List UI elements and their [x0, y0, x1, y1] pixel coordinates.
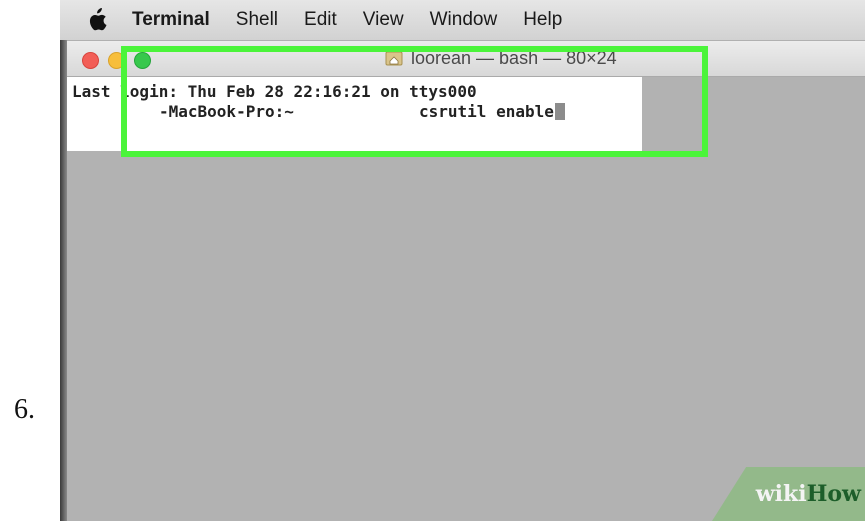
- home-folder-icon: [385, 51, 403, 66]
- menu-bar: Terminal Shell Edit View Window Help: [60, 0, 865, 41]
- step-number: 6.: [14, 394, 35, 425]
- terminal-title-bar[interactable]: loorean — bash — 80×24: [67, 41, 865, 77]
- shell-prompt: -MacBook-Pro:~: [159, 102, 294, 121]
- menu-help[interactable]: Help: [523, 9, 562, 31]
- menu-shell[interactable]: Shell: [236, 9, 278, 31]
- zoom-window-button[interactable]: [134, 52, 151, 69]
- terminal-screenshot: Terminal Shell Edit View Window Help loo…: [60, 0, 865, 521]
- watermark-wiki: wiki: [755, 481, 807, 507]
- page: 6. Terminal Shell Edit View Window Help: [0, 0, 865, 521]
- window-title-text: loorean — bash — 80×24: [411, 47, 617, 68]
- typed-command: csrutil enable: [419, 102, 554, 121]
- text-cursor: [554, 103, 565, 120]
- close-window-button[interactable]: [82, 52, 99, 69]
- command-line[interactable]: csrutil enable: [419, 102, 565, 121]
- window-title: loorean — bash — 80×24: [385, 47, 617, 69]
- menu-edit[interactable]: Edit: [304, 9, 337, 31]
- minimize-window-button[interactable]: [108, 52, 125, 69]
- menu-terminal[interactable]: Terminal: [132, 9, 210, 31]
- window-left-edge: [60, 40, 67, 521]
- terminal-output[interactable]: Last login: Thu Feb 28 22:16:21 on ttys0…: [67, 77, 642, 151]
- terminal-content[interactable]: Last login: Thu Feb 28 22:16:21 on ttys0…: [67, 77, 865, 521]
- watermark-how: How: [806, 481, 861, 507]
- menu-window[interactable]: Window: [430, 9, 498, 31]
- last-login-line: Last login: Thu Feb 28 22:16:21 on ttys0…: [72, 82, 477, 101]
- apple-logo-icon[interactable]: [86, 7, 108, 33]
- menu-view[interactable]: View: [363, 9, 404, 31]
